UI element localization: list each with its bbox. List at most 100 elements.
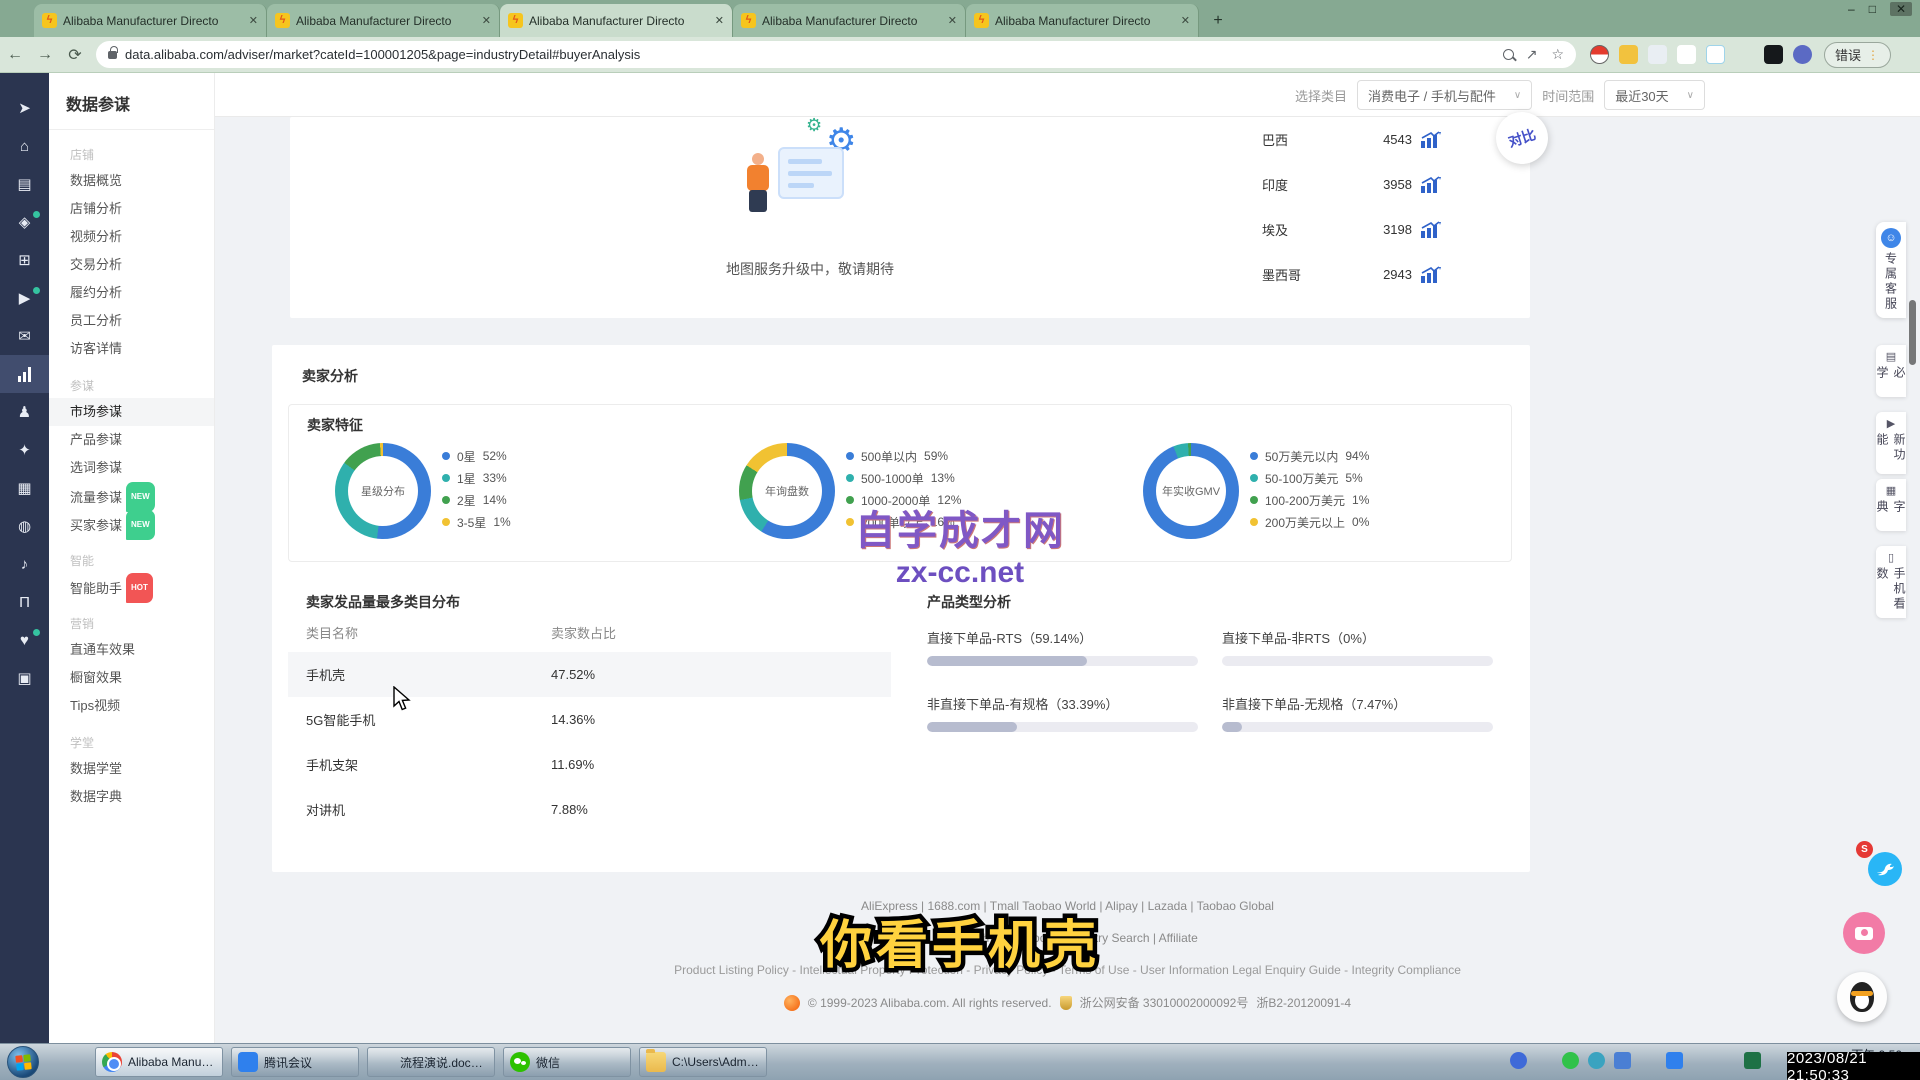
sidebar-item[interactable]: 视频分析 xyxy=(49,223,214,251)
tray-icon[interactable] xyxy=(1588,1052,1605,1069)
sidebar-item[interactable]: 产品参谋 xyxy=(49,426,214,454)
start-button[interactable] xyxy=(7,1046,39,1078)
category-table-row[interactable]: 手机支架 11.69% xyxy=(288,742,891,787)
category-table-row[interactable]: 对讲机 7.88% xyxy=(288,787,891,832)
browser-tab[interactable]: ϟ Alibaba Manufacturer Directo ✕ xyxy=(500,4,733,37)
url-field[interactable]: data.alibaba.com/adviser/market?cateId=1… xyxy=(96,41,1576,68)
rail-nav-icon[interactable]: ✦ xyxy=(0,431,49,469)
extension-icon[interactable] xyxy=(1677,45,1696,64)
tab-close-icon[interactable]: ✕ xyxy=(715,14,724,27)
rail-nav-icon[interactable]: ▣ xyxy=(0,659,49,697)
tray-icon[interactable] xyxy=(1744,1052,1761,1069)
right-toolbar-item[interactable]: ▶ 新功能 xyxy=(1876,412,1906,474)
sidebar-item[interactable]: 数据字典 xyxy=(49,783,214,811)
tab-close-icon[interactable]: ✕ xyxy=(948,14,957,27)
tray-icon[interactable] xyxy=(1718,1052,1735,1069)
tab-close-icon[interactable]: ✕ xyxy=(1181,14,1190,27)
rail-nav-icon[interactable]: ♪ xyxy=(0,545,49,583)
rail-nav-icon[interactable] xyxy=(0,355,49,393)
country-row[interactable]: 墨西哥 2943 xyxy=(1262,252,1472,297)
search-zoom-icon[interactable] xyxy=(1503,49,1514,60)
extension-icon[interactable] xyxy=(1648,45,1667,64)
trend-chart-icon[interactable] xyxy=(1420,221,1442,238)
sidebar-item[interactable]: 店铺分析 xyxy=(49,195,214,223)
rail-nav-icon[interactable]: ▤ xyxy=(0,165,49,203)
tray-icon[interactable] xyxy=(1484,1052,1501,1069)
back-button[interactable]: ← xyxy=(0,46,30,64)
taskbar-app-button[interactable]: 流程演说.docx - ... xyxy=(367,1047,495,1077)
country-row[interactable]: 巴西 4543 xyxy=(1262,117,1472,162)
new-tab-button[interactable]: + xyxy=(1205,9,1231,33)
extension-icon[interactable] xyxy=(1706,45,1725,64)
browser-tab[interactable]: ϟ Alibaba Manufacturer Directo ✕ xyxy=(267,4,500,37)
tray-icon[interactable] xyxy=(1536,1052,1553,1069)
rail-nav-icon[interactable]: ◍ xyxy=(0,507,49,545)
rail-nav-icon[interactable]: ⊞ xyxy=(0,241,49,279)
right-toolbar-item[interactable]: ▯ 手机看数 xyxy=(1876,546,1906,618)
sidebar-item[interactable]: 智能助手HOT xyxy=(49,573,214,601)
sidebar-item[interactable]: 数据学堂 xyxy=(49,755,214,783)
rail-nav-icon[interactable]: ▶ xyxy=(0,279,49,317)
trend-chart-icon[interactable] xyxy=(1420,176,1442,193)
tray-icon[interactable] xyxy=(1640,1052,1657,1069)
error-profile-button[interactable]: 错误 ⋮ xyxy=(1824,42,1891,68)
reload-button[interactable]: ⟳ xyxy=(60,45,90,65)
tray-icon[interactable] xyxy=(1770,1052,1787,1069)
tray-icon[interactable] xyxy=(1614,1052,1631,1069)
rail-nav-icon[interactable]: ▦ xyxy=(0,469,49,507)
extension-icon[interactable] xyxy=(1619,45,1638,64)
maximize-button[interactable]: □ xyxy=(1869,2,1876,16)
browser-tab[interactable]: ϟ Alibaba Manufacturer Directo ✕ xyxy=(34,4,267,37)
sidebar-item[interactable]: 市场参谋 xyxy=(49,398,214,426)
trend-chart-icon[interactable] xyxy=(1420,266,1442,283)
rail-nav-icon[interactable]: ✉ xyxy=(0,317,49,355)
tray-icon[interactable] xyxy=(1510,1052,1527,1069)
qq-penguin-button[interactable] xyxy=(1837,972,1887,1022)
browser-tab[interactable]: ϟ Alibaba Manufacturer Directo ✕ xyxy=(966,4,1199,37)
rail-nav-icon[interactable]: ➤ xyxy=(0,89,49,127)
sidebar-item[interactable]: 数据概览 xyxy=(49,167,214,195)
sidebar-item[interactable]: 流量参谋NEW xyxy=(49,482,214,510)
extension-icon[interactable] xyxy=(1793,45,1812,64)
sidebar-item[interactable]: 选词参谋 xyxy=(49,454,214,482)
scrollbar-thumb[interactable] xyxy=(1909,300,1916,365)
rail-nav-icon[interactable]: ◈ xyxy=(0,203,49,241)
sidebar-item[interactable]: Tips视频 xyxy=(49,692,214,720)
taskbar-app-button[interactable]: 腾讯会议 xyxy=(231,1047,359,1077)
extension-icon[interactable] xyxy=(1764,45,1783,64)
share-icon[interactable]: ↗ xyxy=(1526,46,1538,63)
extension-icon[interactable] xyxy=(1735,45,1754,64)
customer-service-tab[interactable]: ☺ 专属客服 xyxy=(1876,222,1906,318)
category-select[interactable]: 消费电子 / 手机与配件 ∨ xyxy=(1357,80,1532,110)
trend-chart-icon[interactable] xyxy=(1420,131,1442,148)
minimize-button[interactable]: – xyxy=(1848,2,1855,16)
tray-icon[interactable] xyxy=(1562,1052,1579,1069)
tab-close-icon[interactable]: ✕ xyxy=(249,14,258,27)
tray-icon[interactable] xyxy=(1458,1052,1475,1069)
camera-float-button[interactable] xyxy=(1843,912,1885,954)
tray-icon[interactable] xyxy=(1666,1052,1683,1069)
country-row[interactable]: 埃及 3198 xyxy=(1262,207,1472,252)
sidebar-item[interactable]: 直通车效果 xyxy=(49,636,214,664)
category-table-row[interactable]: 5G智能手机 14.36% xyxy=(288,697,891,742)
forward-button[interactable]: → xyxy=(30,46,60,64)
taskbar-app-button[interactable]: Alibaba Manufa... xyxy=(95,1047,223,1077)
category-table-row[interactable]: 手机壳 47.52% xyxy=(288,652,891,697)
taskbar-app-button[interactable]: 微信 xyxy=(503,1047,631,1077)
extension-icon[interactable] xyxy=(1590,45,1609,64)
taskbar-app-button[interactable]: C:\Users\Admini... xyxy=(639,1047,767,1077)
sidebar-item[interactable]: 交易分析 xyxy=(49,251,214,279)
right-toolbar-item[interactable]: ▦ 字典 xyxy=(1876,479,1906,531)
right-toolbar-item[interactable]: ▤ 必学 xyxy=(1876,345,1906,397)
close-button[interactable]: ✕ xyxy=(1890,2,1912,16)
url-text[interactable]: data.alibaba.com/adviser/market?cateId=1… xyxy=(125,47,1495,62)
tray-icon[interactable] xyxy=(1692,1052,1709,1069)
rail-nav-icon[interactable]: Π xyxy=(0,583,49,621)
bookmark-star-icon[interactable]: ☆ xyxy=(1551,46,1564,63)
sidebar-item[interactable]: 橱窗效果 xyxy=(49,664,214,692)
messenger-bird-button[interactable] xyxy=(1868,852,1902,886)
time-range-select[interactable]: 最近30天 ∨ xyxy=(1604,80,1705,110)
rail-nav-icon[interactable]: ⌂ xyxy=(0,127,49,165)
rail-nav-icon[interactable]: ♥ xyxy=(0,621,49,659)
browser-tab[interactable]: ϟ Alibaba Manufacturer Directo ✕ xyxy=(733,4,966,37)
